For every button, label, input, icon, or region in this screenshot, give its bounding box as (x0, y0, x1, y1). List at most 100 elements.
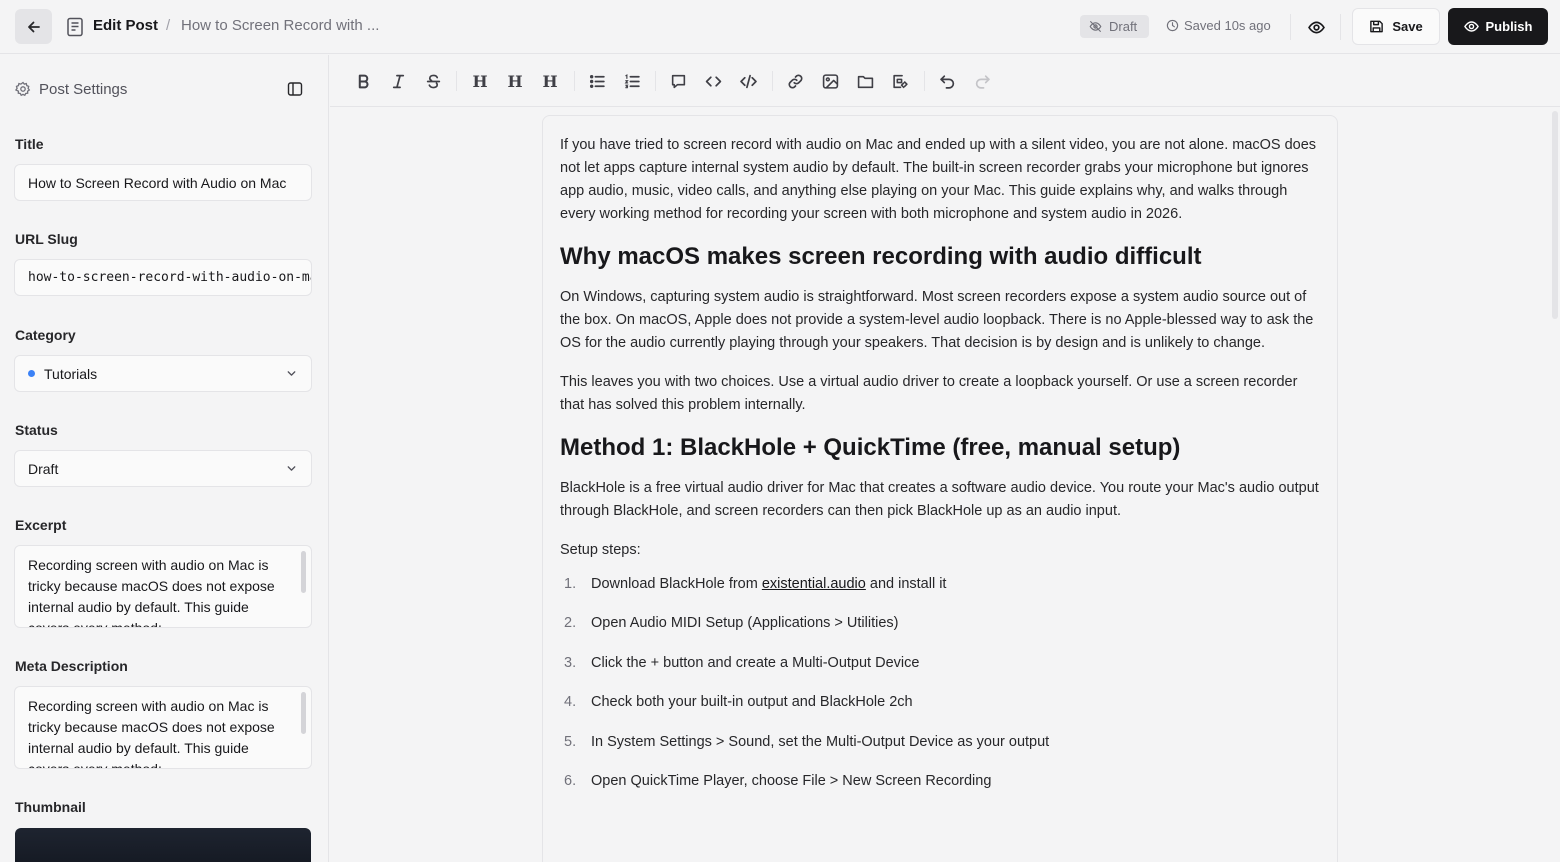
editor-scrollbar[interactable] (1552, 111, 1558, 319)
strikethrough-icon (426, 74, 440, 88)
heading-1-button[interactable]: H (469, 70, 491, 92)
media-library-button[interactable] (854, 70, 876, 92)
quote-bubble-icon (671, 74, 685, 88)
scrollbar[interactable] (301, 551, 306, 593)
meta-description-text: Recording screen with audio on Mac is tr… (28, 698, 275, 769)
list-number: 5. (564, 733, 577, 750)
list-item-text: and install it (865, 576, 947, 592)
formatting-toolbar: H H H (330, 55, 1560, 107)
bold-button[interactable] (352, 70, 374, 92)
thumbnail-image[interactable] (15, 828, 311, 862)
list-item-text: Open QuickTime Player, choose File > New… (591, 772, 992, 789)
inline-code-button[interactable] (702, 70, 724, 92)
numbered-list: 1. Download BlackHole from existential.a… (560, 576, 1320, 812)
folder-icon (857, 75, 873, 88)
toolbar-divider (574, 71, 575, 91)
numbered-list-button[interactable] (621, 70, 643, 92)
publish-button[interactable]: Publish (1448, 8, 1548, 45)
list-number: 6. (564, 772, 577, 789)
publish-button-label: Publish (1485, 19, 1533, 34)
link-icon (788, 74, 802, 88)
existential-audio-link[interactable]: existential.audio (762, 576, 866, 592)
heading: Method 1: BlackHole + QuickTime (free, m… (560, 434, 1181, 461)
toolbar-divider (655, 71, 656, 91)
editor-content[interactable]: If you have tried to screen record with … (542, 115, 1338, 862)
embed-button[interactable] (889, 70, 911, 92)
scrollbar[interactable] (301, 692, 306, 734)
eye-icon (1463, 21, 1479, 32)
category-label: Category (15, 327, 76, 343)
redo-button[interactable] (971, 70, 993, 92)
sidebar-heading: Post Settings (39, 81, 128, 98)
list-item: 6. Open QuickTime Player, choose File > … (560, 773, 1320, 812)
paragraph: This leaves you with two choices. Use a … (560, 374, 1298, 413)
list-item: 2. Open Audio MIDI Setup (Applications >… (560, 615, 1320, 654)
chevron-down-icon (287, 371, 296, 376)
divider (1340, 14, 1341, 40)
paragraph: If you have tried to screen record with … (560, 137, 1317, 222)
list-item-text: Download BlackHole from (591, 576, 762, 592)
list-item: 4. Check both your built-in output and B… (560, 694, 1320, 733)
code-block-icon (739, 74, 757, 88)
paragraph: On Windows, capturing system audio is st… (560, 289, 1314, 351)
undo-icon (939, 74, 954, 89)
heading: Why macOS makes screen recording with au… (560, 243, 1202, 270)
category-value: Tutorials (44, 365, 98, 382)
arrow-left-icon (27, 21, 40, 32)
italic-icon (392, 74, 404, 88)
save-status: Saved 10s ago (1166, 18, 1271, 33)
bold-icon (358, 74, 368, 88)
list-item: 1. Download BlackHole from existential.a… (560, 576, 1320, 615)
list-number: 3. (564, 654, 577, 671)
floppy-disk-icon (1370, 20, 1384, 33)
embed-icon (892, 74, 908, 88)
bullet-list-icon (589, 74, 605, 88)
heading-2-button[interactable]: H (504, 70, 526, 92)
back-button[interactable] (15, 9, 52, 44)
blockquote-button[interactable] (667, 70, 689, 92)
code-block-button[interactable] (737, 70, 759, 92)
category-select[interactable]: Tutorials (14, 355, 312, 392)
excerpt-textarea[interactable]: Recording screen with audio on Mac is tr… (14, 545, 312, 628)
url-slug-field[interactable]: how-to-screen-record-with-audio-on-mac (14, 259, 312, 296)
title-label: Title (15, 136, 44, 152)
status-value: Draft (28, 460, 59, 477)
meta-description-label: Meta Description (15, 658, 128, 674)
italic-button[interactable] (387, 70, 409, 92)
list-item-text: Open Audio MIDI Setup (Applications > Ut… (591, 615, 899, 632)
list-item-text: Click the + button and create a Multi-Ou… (591, 654, 920, 671)
excerpt-text: Recording screen with audio on Mac is tr… (28, 557, 275, 628)
heading-3-button[interactable]: H (539, 70, 561, 92)
status-label: Status (15, 422, 58, 438)
thumbnail-label: Thumbnail (15, 799, 86, 815)
list-item-text: In System Settings > Sound, set the Mult… (591, 733, 1050, 750)
list-number: 2. (564, 615, 577, 632)
gear-icon (15, 81, 31, 97)
undo-button[interactable] (936, 70, 958, 92)
eye-icon (1307, 21, 1325, 33)
post-settings-sidebar: Post Settings Title How to Screen Record… (0, 55, 329, 862)
document-icon (67, 17, 83, 37)
preview-button[interactable] (1303, 14, 1329, 40)
category-color-dot (28, 370, 35, 377)
image-button[interactable] (819, 70, 841, 92)
image-icon (822, 73, 838, 89)
strikethrough-button[interactable] (422, 70, 444, 92)
toolbar-divider (772, 71, 773, 91)
save-button[interactable]: Save (1352, 8, 1440, 45)
excerpt-label: Excerpt (15, 517, 67, 533)
list-item: 3. Click the + button and create a Multi… (560, 655, 1320, 694)
breadcrumb-post-title: How to Screen Record with ... (181, 17, 380, 34)
link-button[interactable] (784, 70, 806, 92)
list-item: 5. In System Settings > Sound, set the M… (560, 734, 1320, 773)
meta-description-textarea[interactable]: Recording screen with audio on Mac is tr… (14, 686, 312, 769)
list-number: 1. (564, 576, 577, 592)
status-select[interactable]: Draft (14, 450, 312, 487)
status-badge-label: Draft (1109, 19, 1138, 34)
clock-icon (1166, 19, 1179, 32)
sidebar-toggle-icon[interactable] (287, 81, 303, 97)
url-slug-label: URL Slug (15, 231, 78, 247)
title-field[interactable]: How to Screen Record with Audio on Mac (14, 164, 312, 201)
divider (1290, 14, 1291, 40)
bullet-list-button[interactable] (586, 70, 608, 92)
